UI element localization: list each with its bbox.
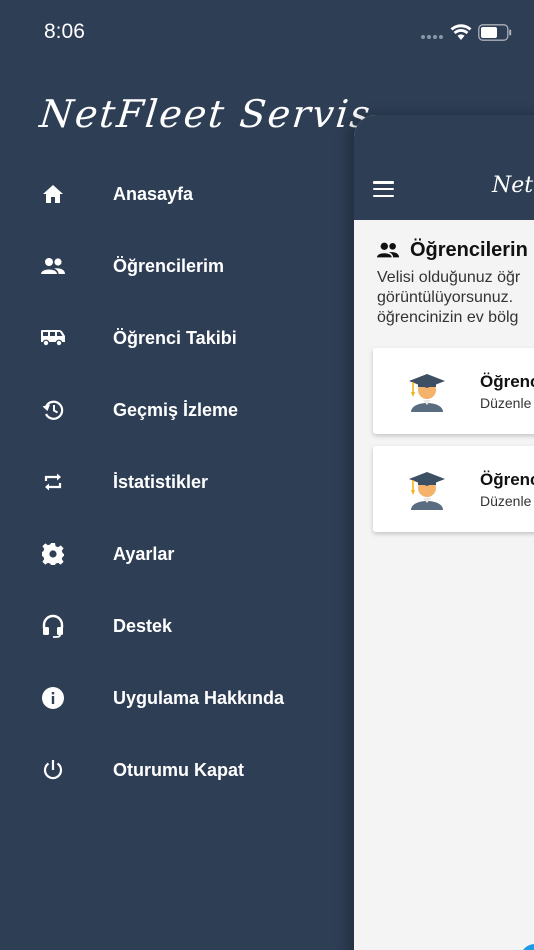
bus-icon [40,325,66,351]
menu-item-label: Geçmiş İzleme [113,399,239,420]
menu-item-label: İstatistikler [113,471,209,492]
headset-icon [40,613,66,639]
card-title: Öğrenc [480,470,534,489]
description-text: Velisi olduğunuz öğr görüntülüyorsunuz. … [377,268,534,328]
menu-item-label: Öğrenci Takibi [113,327,237,348]
hamburger-menu-icon[interactable] [373,181,394,198]
menu-item-ogrenci-takibi[interactable]: Öğrenci Takibi [0,310,354,366]
card-subtitle: Düzenle [480,493,532,509]
status-bar: 8:06 [0,0,534,60]
card-subtitle: Düzenle [480,395,532,411]
menu-item-label: Ayarlar [113,543,175,564]
menu-item-label: Uygulama Hakkında [113,687,285,708]
student-graduate-icon [409,472,445,510]
menu-item-istatistikler[interactable]: İstatistikler [0,454,354,510]
people-icon [40,253,66,279]
card-title: Öğrenc [480,372,534,391]
power-icon [40,757,66,783]
battery-icon [478,24,512,41]
home-icon [40,181,66,207]
menu-item-ogrencilerim[interactable]: Öğrencilerim [0,238,354,294]
main-content-panel: Net Öğrencilerin Velisi olduğunuz öğr gö… [354,115,534,950]
description-line: Velisi olduğunuz öğr [377,269,521,286]
menu-item-label: Anasayfa [113,183,194,204]
student-card[interactable]: Öğrenc Düzenle [373,348,534,434]
menu-item-oturumu-kapat[interactable]: Oturumu Kapat [0,742,354,798]
description-line: öğrencinizin ev bölg [377,309,519,326]
history-icon [40,397,66,423]
menu-item-label: Öğrencilerim [113,255,225,276]
menu-item-gecmis-izleme[interactable]: Geçmiş İzleme [0,382,354,438]
app-logo-text: NetFleet Servis [37,92,374,136]
app-bar-logo-text: Net [492,173,534,198]
description-line: görüntülüyorsunuz. [377,289,514,306]
repeat-icon [40,469,66,495]
menu-item-label: Oturumu Kapat [113,759,245,780]
menu-item-destek[interactable]: Destek [0,598,354,654]
student-graduate-icon [409,374,445,412]
section-title: Öğrencilerin [376,239,528,262]
menu-item-anasayfa[interactable]: Anasayfa [0,166,354,222]
gear-icon [40,541,66,567]
menu-item-uygulama-hakkinda[interactable]: Uygulama Hakkında [0,670,354,726]
signal-icon [421,35,443,39]
section-title-text: Öğrencilerin [410,239,528,261]
people-icon [376,241,400,261]
wifi-icon [450,24,472,40]
status-time: 8:06 [44,20,85,43]
app-bar: Net [354,115,534,220]
menu-item-ayarlar[interactable]: Ayarlar [0,526,354,582]
info-icon [40,685,66,711]
student-card[interactable]: Öğrenc Düzenle [373,446,534,532]
menu-item-label: Destek [113,615,173,636]
